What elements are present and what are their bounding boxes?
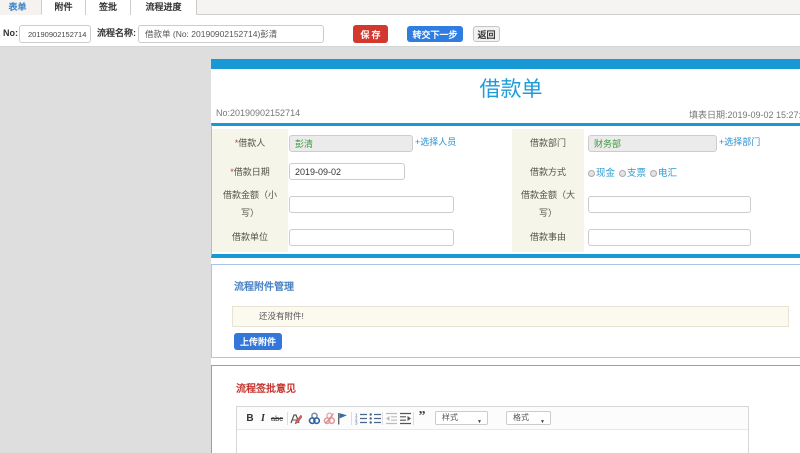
svg-text:3: 3 — [355, 420, 358, 425]
